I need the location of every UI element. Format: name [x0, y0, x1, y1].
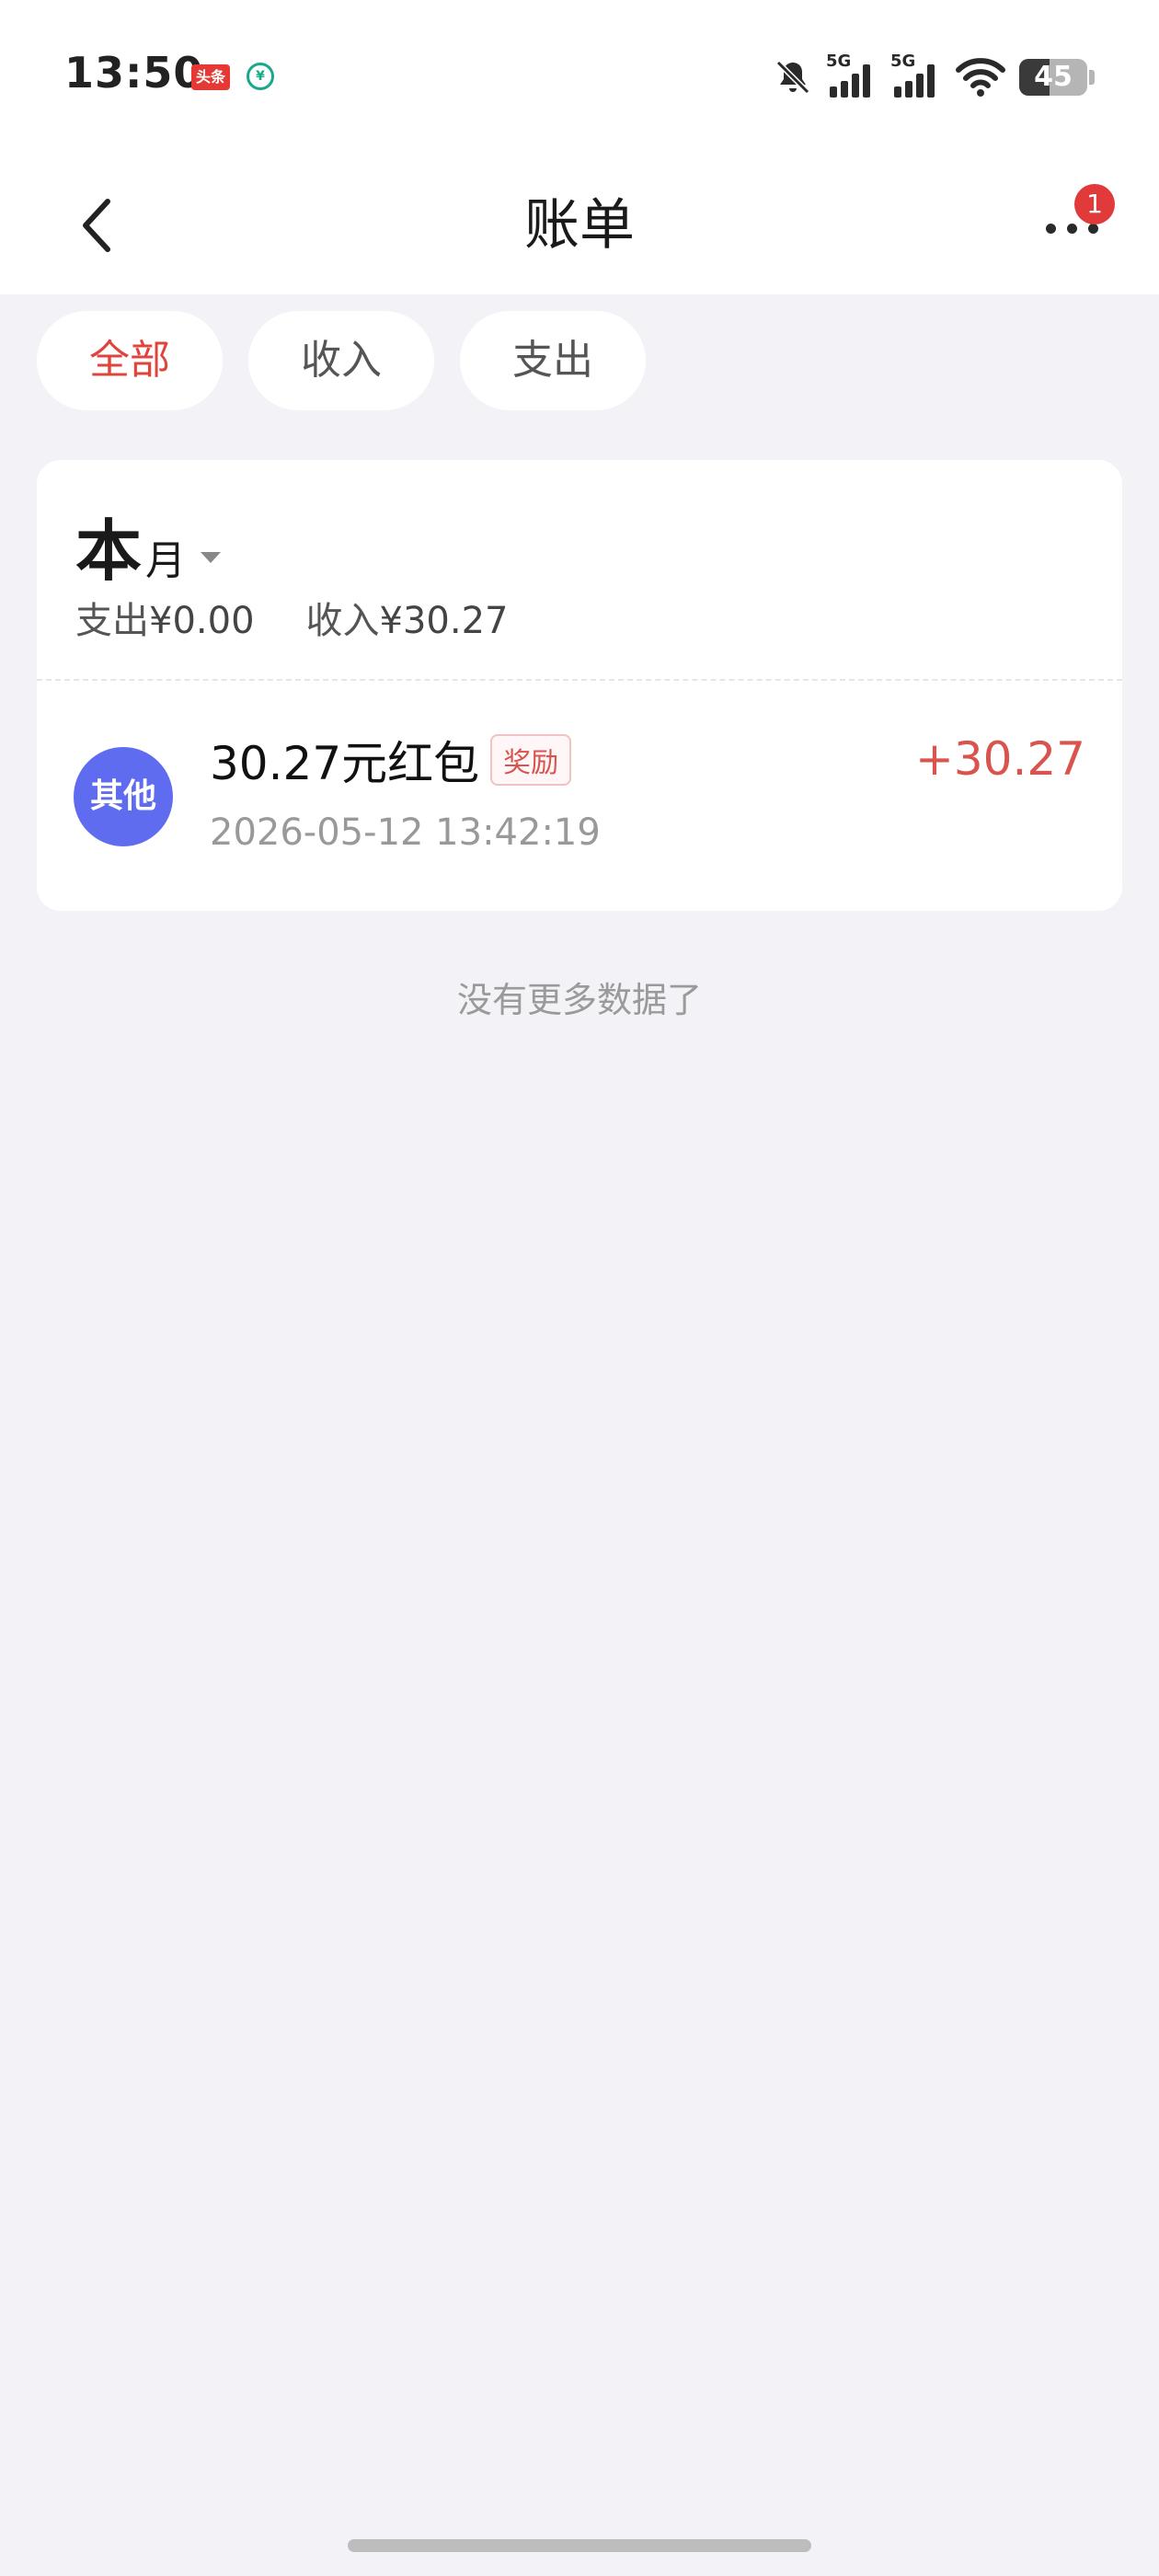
tab-expense[interactable]: 支出 — [460, 311, 646, 410]
summary-row: 支出¥0.00 收入¥30.27 — [75, 591, 508, 644]
expense-amount: ¥0.00 — [149, 600, 255, 642]
signal-1-label: 5G — [826, 52, 852, 71]
signal-2-label: 5G — [890, 52, 916, 71]
period-selector[interactable]: 本 月 — [75, 497, 222, 593]
transaction-row[interactable]: 其他 30.27元红包 奖励 2026-05-12 13:42:19 +30.2… — [37, 681, 1122, 911]
back-arrow-icon — [83, 199, 110, 252]
period-label-unit: 月 — [145, 537, 187, 584]
home-indicator[interactable] — [348, 2539, 811, 2552]
transaction-title: 30.27元红包 — [210, 737, 480, 790]
status-indicators: 5G 5G 45 — [773, 52, 1095, 101]
period-label-main: 本 — [75, 512, 143, 590]
news-app-icon: 头条 — [191, 64, 230, 90]
signal-2: 5G — [890, 52, 942, 99]
wallet-app-icon: ¥ — [247, 63, 274, 90]
bill-card: 本 月 支出¥0.00 收入¥30.27 其他 30.27元红包 奖励 2026… — [37, 460, 1122, 911]
income-summary: 收入¥30.27 — [306, 591, 509, 644]
mute-bell-icon — [775, 60, 810, 95]
notification-badge: 1 — [1074, 184, 1115, 224]
battery-level: 45 — [1034, 61, 1073, 93]
status-bar: 13:50 头条 ¥ 5G 5G 45 — [0, 0, 1159, 156]
chevron-down-icon — [201, 552, 222, 563]
transaction-tag: 奖励 — [490, 734, 572, 786]
more-dots-icon — [1045, 223, 1098, 234]
page-title: 账单 — [524, 193, 635, 258]
back-button[interactable] — [55, 184, 138, 267]
battery-cap — [1089, 70, 1095, 85]
income-amount: ¥30.27 — [379, 600, 509, 642]
transaction-amount: +30.27 — [914, 732, 1085, 786]
battery-icon: 45 — [1019, 59, 1087, 96]
expense-label: 支出 — [75, 600, 149, 642]
status-time: 13:50 — [64, 48, 204, 98]
month-summary: 本 月 支出¥0.00 收入¥30.27 — [37, 460, 1122, 681]
income-label: 收入 — [305, 600, 380, 642]
transaction-title-line: 30.27元红包 奖励 — [210, 727, 572, 793]
expense-summary: 支出¥0.00 — [75, 591, 255, 644]
no-more-data-text: 没有更多数据了 — [456, 980, 702, 1020]
tab-all[interactable]: 全部 — [37, 311, 223, 410]
nav-bar: 账单 1 — [0, 156, 1159, 294]
more-button[interactable]: 1 — [1021, 184, 1122, 267]
tab-income[interactable]: 收入 — [248, 311, 434, 410]
category-avatar: 其他 — [74, 747, 173, 846]
signal-1: 5G — [826, 52, 878, 99]
transaction-time: 2026-05-12 13:42:19 — [210, 811, 601, 854]
filter-tabs: 全部 收入 支出 — [37, 311, 646, 410]
wifi-icon — [956, 58, 1005, 97]
